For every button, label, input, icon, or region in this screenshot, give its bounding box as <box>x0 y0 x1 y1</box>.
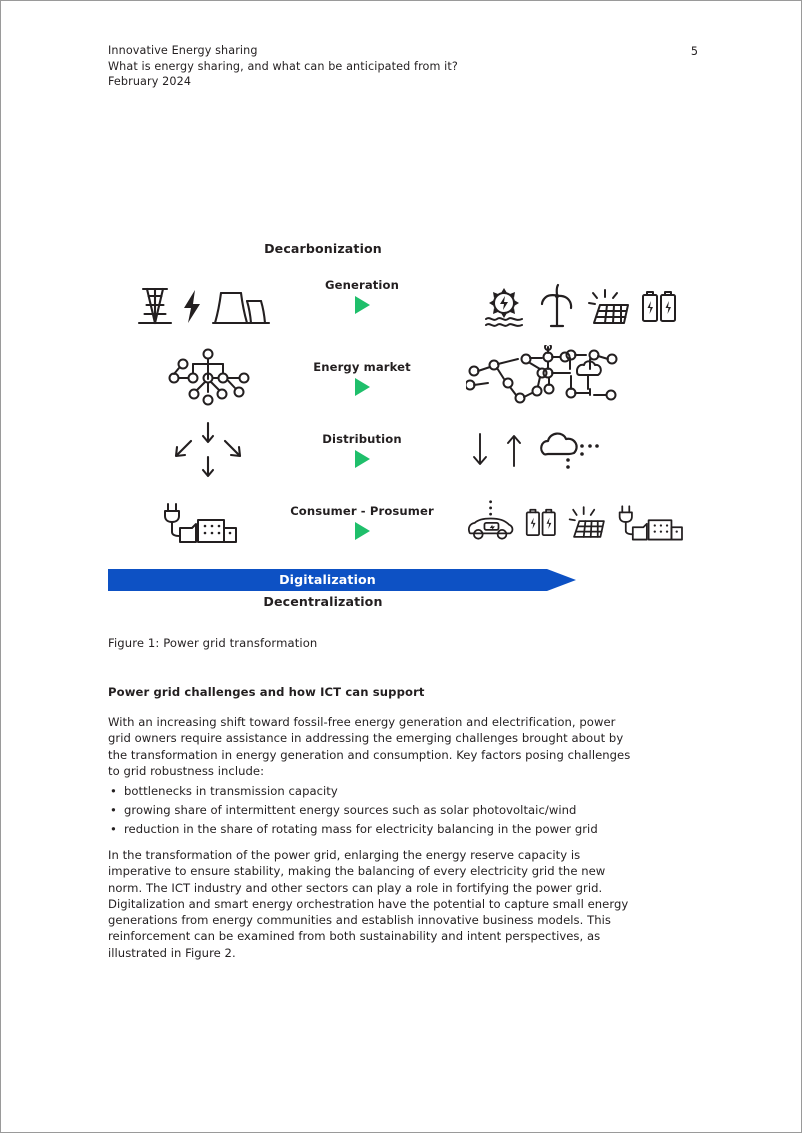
page-number: 5 <box>690 45 698 58</box>
header-line-subtitle: What is energy sharing, and what can be … <box>108 59 458 73</box>
consumer-left-icons <box>108 486 308 558</box>
page-header: Innovative Energy sharing What is energy… <box>108 43 698 90</box>
consumer-arrow-group: Consumer - Prosumer <box>290 486 434 558</box>
centralized-network-icon <box>168 348 250 406</box>
figure-row-label-distribution: Distribution <box>322 432 402 446</box>
energy-market-right-icons <box>408 342 698 414</box>
figure-row-consumer-prosumer: Consumer - Prosumer <box>108 486 696 558</box>
section-subheading: Power grid challenges and how ICT can su… <box>108 685 425 699</box>
consumer-right-icons <box>408 486 698 558</box>
header-line-title: Innovative Energy sharing <box>108 44 258 57</box>
distribution-right-icons <box>408 414 698 486</box>
generation-arrow-group: Generation <box>304 270 420 350</box>
header-line-date: February 2024 <box>108 75 192 88</box>
green-triangle-arrow-icon <box>354 378 370 396</box>
green-triangle-arrow-icon <box>354 296 370 314</box>
diverging-arrows-icon <box>174 421 242 478</box>
figure-caption: Figure 1: Power grid transformation <box>108 636 318 650</box>
transmission-tower-icon <box>137 287 173 325</box>
energy-market-left-icons <box>108 342 308 414</box>
figure-row-distribution: Distribution <box>108 414 696 486</box>
solar-panel-icon <box>568 506 605 538</box>
distribution-arrow-group: Distribution <box>304 414 420 486</box>
electric-car-icon <box>467 500 514 540</box>
body-paragraph-2: In the transformation of the power grid,… <box>108 848 629 960</box>
down-arrow-icon <box>473 433 487 465</box>
battery-pair-icon <box>642 291 676 322</box>
challenges-bullet-list: bottlenecks in transmission capacity gro… <box>108 782 642 839</box>
up-arrow-icon <box>507 435 521 467</box>
green-triangle-arrow-icon <box>354 522 370 540</box>
body-paragraph-1: With an increasing shift toward fossil-f… <box>108 715 631 778</box>
figure-row-energy-market: Energy market <box>108 342 696 414</box>
digitalization-banner: Digitalization <box>108 569 576 591</box>
document-page: Innovative Energy sharing What is energy… <box>0 0 802 1133</box>
distributed-mesh-network-icon <box>466 345 618 404</box>
figure-row-generation: Generation <box>108 270 696 342</box>
battery-pair-icon <box>526 508 556 537</box>
banner-label-digitalization: Digitalization <box>279 572 376 587</box>
list-item: growing share of intermittent energy sou… <box>108 801 642 820</box>
plug-buildings-icon <box>164 503 237 543</box>
wind-turbine-icon <box>540 283 573 328</box>
cooling-tower-icon <box>211 291 271 325</box>
cloud-dots-icon <box>540 432 599 469</box>
lightning-bolt-icon <box>184 290 200 323</box>
figure-title-decarbonization: Decarbonization <box>264 241 382 256</box>
list-item: bottlenecks in transmission capacity <box>108 782 642 801</box>
generation-right-icons <box>408 270 698 342</box>
sun-hydro-icon <box>485 288 523 327</box>
figure-label-decentralization: Decentralization <box>263 594 383 609</box>
figure-power-grid-transformation: Decarbonization Generation Energy market… <box>108 241 696 558</box>
plug-buildings-icon <box>618 505 684 541</box>
list-item: reduction in the share of rotating mass … <box>108 820 642 839</box>
green-triangle-arrow-icon <box>354 450 370 468</box>
energy-market-arrow-group: Energy market <box>304 342 420 414</box>
distribution-left-icons <box>108 414 308 486</box>
generation-left-icons <box>108 270 308 342</box>
solar-panel-icon <box>588 289 629 324</box>
figure-row-label-generation: Generation <box>325 278 399 292</box>
figure-row-label-energy-market: Energy market <box>313 360 411 374</box>
banner-arrow-tip-icon <box>547 569 576 591</box>
